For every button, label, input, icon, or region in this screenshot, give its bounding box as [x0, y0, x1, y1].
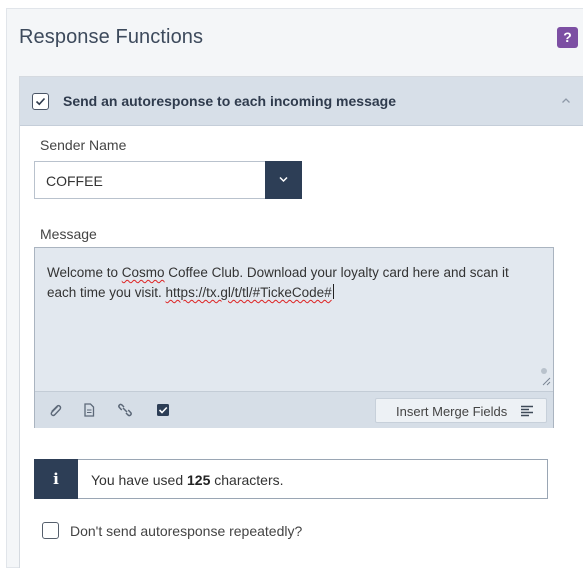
message-textarea[interactable]: Welcome to Cosmo Coffee Club. Download y…: [47, 263, 541, 303]
sender-name-value: COFFEE: [46, 173, 103, 189]
align-left-icon: [521, 405, 533, 417]
autoresponse-checkbox[interactable]: [32, 93, 49, 110]
no-repeat-checkbox[interactable]: [42, 522, 59, 539]
panel-title: Response Functions: [19, 26, 204, 48]
checkmark-icon: [35, 97, 46, 106]
info-icon: i: [34, 459, 78, 499]
resize-handle-icon[interactable]: [541, 376, 551, 386]
link-icon[interactable]: [117, 402, 133, 418]
text-caret: [332, 284, 334, 299]
checkbox-icon[interactable]: [155, 402, 171, 418]
character-count-text: You have used 125 characters.: [91, 472, 284, 488]
paperclip-icon[interactable]: [47, 402, 63, 418]
insert-merge-fields-button[interactable]: Insert Merge Fields: [375, 398, 547, 423]
no-repeat-label[interactable]: Don't send autoresponse repeatedly?: [70, 523, 302, 539]
chevron-down-icon: [279, 176, 288, 183]
sender-name-select[interactable]: COFFEE: [34, 161, 302, 199]
character-count-info: i You have used 125 characters.: [34, 459, 548, 499]
help-button[interactable]: ?: [557, 27, 578, 48]
sender-dropdown-button[interactable]: [265, 161, 302, 199]
message-editor: Welcome to Cosmo Coffee Club. Download y…: [34, 247, 554, 428]
document-icon[interactable]: [81, 402, 97, 418]
message-label: Message: [40, 226, 97, 242]
sender-name-label: Sender Name: [40, 137, 127, 153]
chevron-up-icon[interactable]: [559, 94, 573, 108]
spellcheck-word: https://tx.gl/t/tl/#TickeCode#: [165, 285, 332, 300]
merge-fields-label: Insert Merge Fields: [396, 404, 508, 419]
panel-header: Response Functions ?: [7, 9, 583, 65]
autoresponse-label: Send an autoresponse to each incoming me…: [63, 93, 396, 109]
message-toolbar: Insert Merge Fields: [35, 391, 553, 428]
scrollbar-thumb[interactable]: [541, 368, 547, 374]
character-count: 125: [187, 472, 211, 488]
spellcheck-word: Cosmo: [121, 265, 165, 280]
autoresponse-header[interactable]: Send an autoresponse to each incoming me…: [20, 77, 583, 126]
